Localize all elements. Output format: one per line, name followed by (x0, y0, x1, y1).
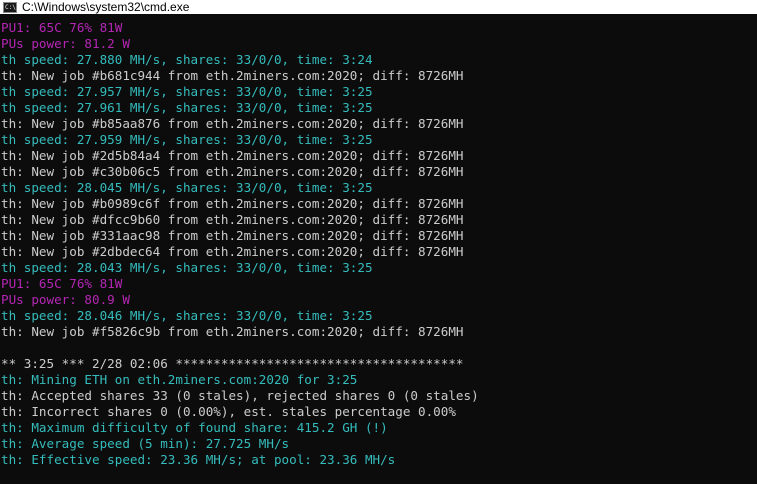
console-line-info: th: New job #331aac98 from eth.2miners.c… (1, 228, 464, 243)
console-line-info: th: New job #c30b06c5 from eth.2miners.c… (1, 164, 464, 179)
console-line-info: th: New job #b681c944 from eth.2miners.c… (1, 68, 464, 83)
console-line-info: th: New job #f5826c9b from eth.2miners.c… (1, 324, 464, 339)
console-line-eth: th: Mining ETH on eth.2miners.com:2020 f… (1, 372, 358, 387)
console-line-eth: th speed: 27.959 MH/s, shares: 33/0/0, t… (1, 132, 373, 147)
console-line-gpu: PUs power: 81.2 W (1, 36, 130, 51)
window-title: C:\Windows\system32\cmd.exe (22, 0, 190, 14)
console-line-info: ** 3:25 *** 2/28 02:06 *****************… (1, 356, 464, 371)
console-line-info: th: New job #2d5b84a4 from eth.2miners.c… (1, 148, 464, 163)
console-line-eth: th speed: 27.961 MH/s, shares: 33/0/0, t… (1, 100, 373, 115)
console-line-eth: th: Maximum difficulty of found share: 4… (1, 420, 388, 435)
console-line-info: th: New job #b0989c6f from eth.2miners.c… (1, 196, 464, 211)
console-line-info: th: New job #b85aa876 from eth.2miners.c… (1, 116, 464, 131)
console-line-eth: th speed: 28.045 MH/s, shares: 33/0/0, t… (1, 180, 373, 195)
console-line-eth: th speed: 27.957 MH/s, shares: 33/0/0, t… (1, 84, 373, 99)
cmd-icon: C:\ (3, 1, 17, 13)
console-output[interactable]: PU1: 65C 76% 81W PUs power: 81.2 Wth spee… (1, 20, 755, 468)
console-line-eth: th: Effective speed: 23.36 MH/s; at pool… (1, 452, 396, 467)
console-line-gpu: PU1: 65C 76% 81W (1, 20, 123, 35)
console-line-gpu: PU1: 65C 76% 81W (1, 276, 123, 291)
console-line-info: th: New job #2dbdec64 from eth.2miners.c… (1, 244, 464, 259)
console-line-eth: th speed: 28.046 MH/s, shares: 33/0/0, t… (1, 308, 373, 323)
console-line-eth: th speed: 28.043 MH/s, shares: 33/0/0, t… (1, 260, 373, 275)
console-line-eth: th: Average speed (5 min): 27.725 MH/s (1, 436, 290, 451)
title-bar[interactable]: C:\ C:\Windows\system32\cmd.exe (0, 0, 757, 14)
console-line-info: th: Accepted shares 33 (0 stales), rejec… (1, 388, 479, 403)
console-line-eth: th speed: 27.880 MH/s, shares: 33/0/0, t… (1, 52, 373, 67)
console-line-gpu: PUs power: 80.9 W (1, 292, 130, 307)
console-line-info: th: New job #dfcc9b60 from eth.2miners.c… (1, 212, 464, 227)
console-line-info: th: Incorrect shares 0 (0.00%), est. sta… (1, 404, 456, 419)
cmd-window: C:\ C:\Windows\system32\cmd.exe PU1: 65C… (0, 0, 757, 484)
